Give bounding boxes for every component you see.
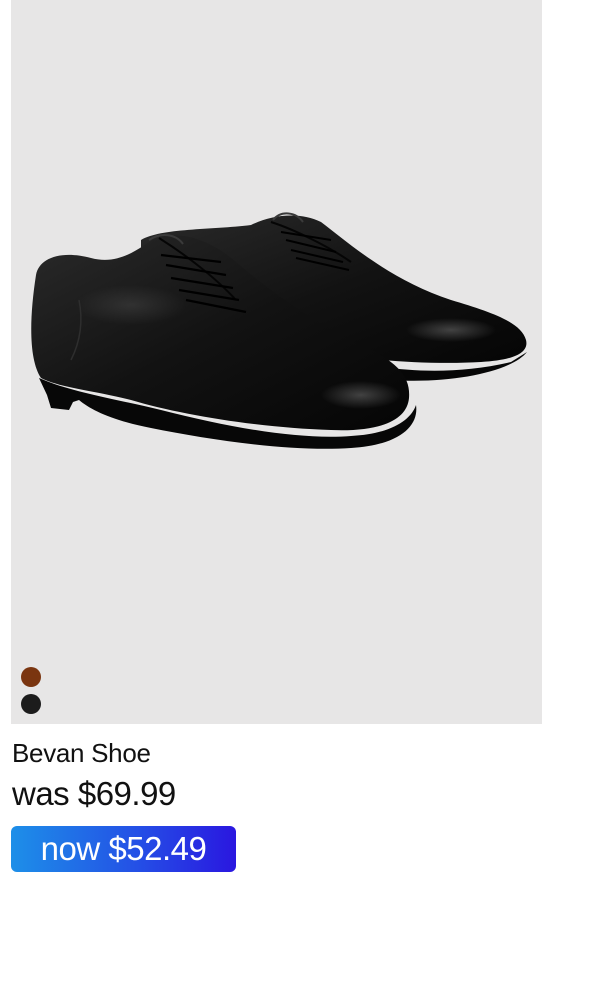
was-price: was $69.99 bbox=[12, 775, 176, 812]
now-price: $52.49 bbox=[108, 830, 207, 867]
now-price-badge: now $52.49 bbox=[11, 826, 236, 872]
product-title[interactable]: Bevan Shoe bbox=[12, 737, 151, 769]
shoe-illustration bbox=[31, 212, 527, 449]
now-label: now bbox=[40, 830, 101, 867]
swatch-brown[interactable] bbox=[21, 667, 41, 687]
product-card[interactable]: Bevan Shoe was $69.99 now $52.49 bbox=[0, 0, 600, 981]
product-image[interactable] bbox=[11, 0, 542, 724]
swatch-black[interactable] bbox=[21, 694, 41, 714]
color-swatches bbox=[21, 667, 41, 714]
